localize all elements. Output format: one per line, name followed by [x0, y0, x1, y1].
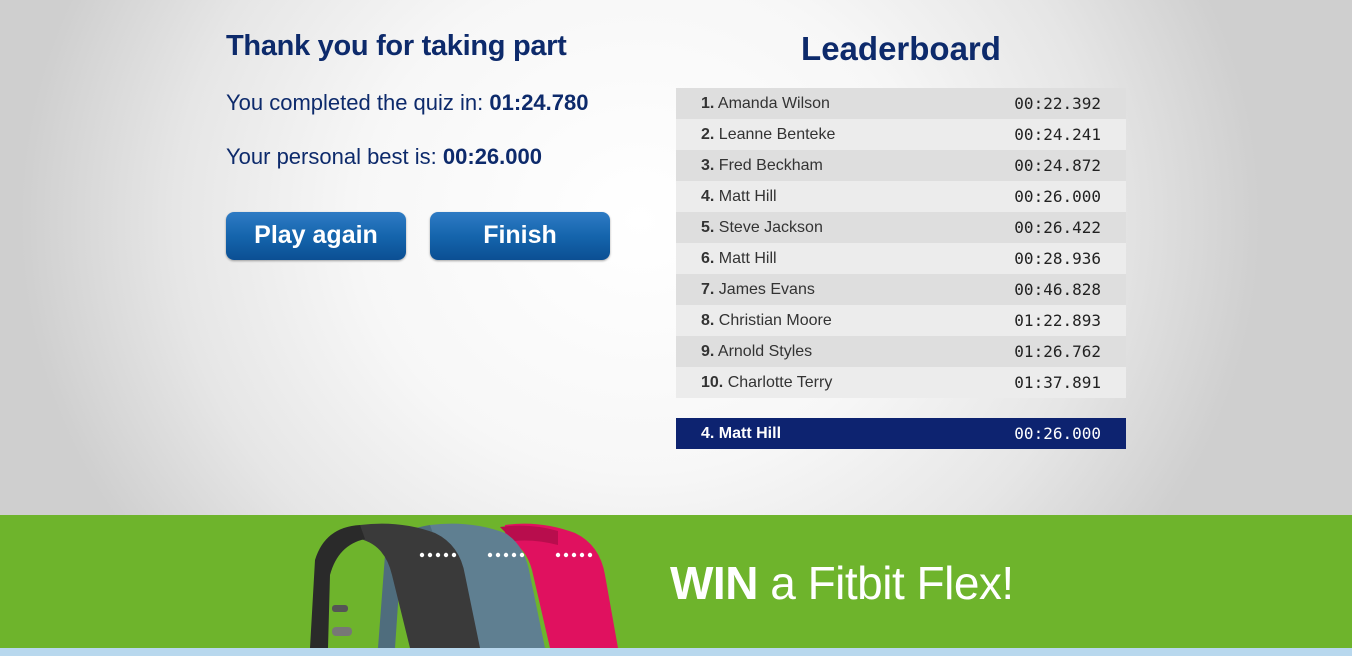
promo-banner[interactable]: WIN a Fitbit Flex!	[0, 515, 1352, 648]
leaderboard-entry: 10. Charlotte Terry	[701, 374, 832, 392]
leaderboard-row: 7. James Evans 00:46.828	[676, 274, 1126, 305]
leaderboard-row: 5. Steve Jackson 00:26.422	[676, 212, 1126, 243]
leaderboard-rank: 4.	[701, 187, 715, 205]
leaderboard-name: Charlotte Terry	[727, 373, 833, 391]
leaderboard-table: 1. Amanda Wilson 00:22.392 2. Leanne Bente…	[676, 88, 1126, 398]
leaderboard-rank: 3.	[701, 156, 715, 174]
leaderboard-entry: 5. Steve Jackson	[701, 219, 823, 237]
current-player-entry: 4. Matt Hill	[701, 425, 781, 443]
leaderboard-time: 00:28.936	[1014, 249, 1101, 268]
completed-time-line: You completed the quiz in: 01:24.780	[226, 90, 588, 116]
leaderboard-row: 10. Charlotte Terry 01:37.891	[676, 367, 1126, 398]
leaderboard-rank: 1.	[701, 94, 715, 112]
leaderboard-entry: 2. Leanne Benteke	[701, 126, 835, 144]
leaderboard-time: 01:22.893	[1014, 311, 1101, 330]
leaderboard-name: Leanne Benteke	[718, 125, 836, 143]
leaderboard-entry: 3. Fred Beckham	[701, 157, 823, 175]
leaderboard-time: 01:26.762	[1014, 342, 1101, 361]
completed-time: 01:24.780	[489, 90, 589, 115]
leaderboard-time: 00:26.000	[1014, 187, 1101, 206]
current-player-name: Matt Hill	[718, 424, 782, 442]
leaderboard-rank: 2.	[701, 125, 715, 143]
promo-headline: WIN a Fitbit Flex!	[670, 555, 1014, 611]
finish-button[interactable]: Finish	[430, 212, 610, 260]
leaderboard-row: 3. Fred Beckham 00:24.872	[676, 150, 1126, 181]
leaderboard-time: 01:37.891	[1014, 373, 1101, 392]
promo-text: a Fitbit Flex!	[770, 557, 1014, 609]
leaderboard-row: 2. Leanne Benteke 00:24.241	[676, 119, 1126, 150]
leaderboard-entry: 9. Arnold Styles	[701, 343, 812, 361]
leaderboard-row: 4. Matt Hill 00:26.000	[676, 181, 1126, 212]
leaderboard-rank: 6.	[701, 249, 715, 267]
leaderboard-name: Matt Hill	[718, 249, 777, 267]
leaderboard-name: Fred Beckham	[718, 156, 823, 174]
leaderboard-rank: 8.	[701, 311, 715, 329]
leaderboard-title: Leaderboard	[801, 30, 1001, 67]
leaderboard-rank: 9.	[701, 342, 715, 360]
leaderboard-name: Arnold Styles	[717, 342, 813, 360]
personal-best-line: Your personal best is: 00:26.000	[226, 144, 542, 170]
results-panel: Thank you for taking part You completed …	[0, 0, 1352, 515]
fitbit-bands-image	[310, 523, 618, 648]
leaderboard-time: 00:24.872	[1014, 156, 1101, 175]
current-player-time: 00:26.000	[1014, 424, 1101, 443]
leaderboard-time: 00:24.241	[1014, 125, 1101, 144]
leaderboard-row: 6. Matt Hill 00:28.936	[676, 243, 1126, 274]
leaderboard-name: Amanda Wilson	[717, 94, 830, 112]
leaderboard-entry: 4. Matt Hill	[701, 188, 777, 206]
current-player-row: 4. Matt Hill 00:26.000	[676, 418, 1126, 449]
leaderboard-rank: 5.	[701, 218, 715, 236]
leaderboard-row: 8. Christian Moore 01:22.893	[676, 305, 1126, 336]
current-player-rank: 4.	[701, 424, 715, 442]
leaderboard-row: 1. Amanda Wilson 00:22.392	[676, 88, 1126, 119]
leaderboard-entry: 7. James Evans	[701, 281, 815, 299]
leaderboard-entry: 1. Amanda Wilson	[701, 95, 830, 113]
leaderboard-entry: 6. Matt Hill	[701, 250, 777, 268]
bottom-strip	[0, 648, 1352, 656]
result-summary: Thank you for taking part You completed …	[226, 28, 626, 260]
leaderboard-row: 9. Arnold Styles 01:26.762	[676, 336, 1126, 367]
leaderboard-name: James Evans	[718, 280, 815, 298]
leaderboard-entry: 8. Christian Moore	[701, 312, 832, 330]
leaderboard-rank: 7.	[701, 280, 715, 298]
leaderboard-time: 00:46.828	[1014, 280, 1101, 299]
leaderboard-name: Christian Moore	[718, 311, 832, 329]
personal-best-time: 00:26.000	[442, 144, 542, 169]
leaderboard-name: Matt Hill	[718, 187, 777, 205]
leaderboard-name: Steve Jackson	[718, 218, 823, 236]
leaderboard-time: 00:26.422	[1014, 218, 1101, 237]
play-again-button[interactable]: Play again	[226, 212, 406, 260]
leaderboard-rank: 10.	[701, 373, 724, 391]
completed-label: You completed the quiz in:	[226, 90, 484, 115]
personal-best-label: Your personal best is:	[226, 144, 437, 169]
leaderboard-time: 00:22.392	[1014, 94, 1101, 113]
promo-win: WIN	[670, 557, 758, 609]
thank-you-heading: Thank you for taking part	[226, 30, 567, 62]
